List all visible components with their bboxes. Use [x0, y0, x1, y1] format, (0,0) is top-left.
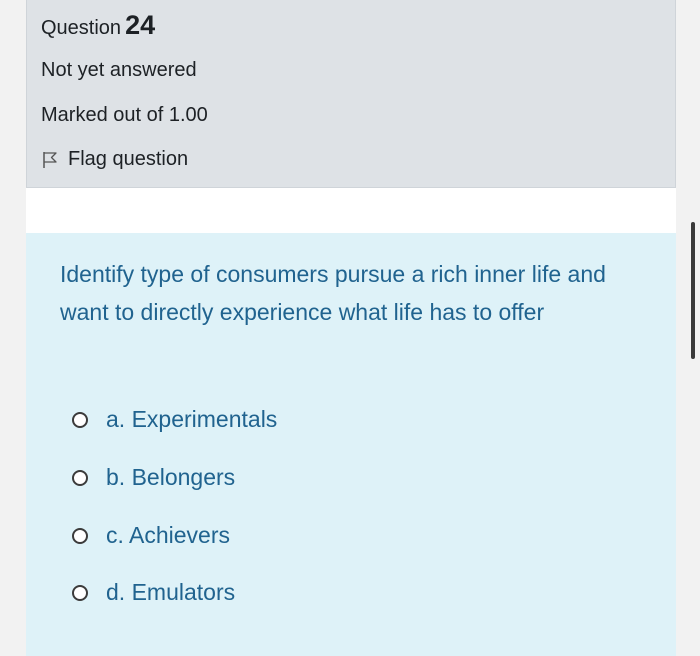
answer-option-c[interactable]: c. Achievers: [72, 522, 230, 549]
answer-option-b[interactable]: b. Belongers: [72, 464, 235, 491]
question-text: Identify type of consumers pursue a rich…: [60, 261, 606, 325]
question-grade: Marked out of 1.00: [41, 104, 208, 126]
radio-button-d[interactable]: [72, 584, 88, 601]
question-state: Not yet answered: [41, 59, 197, 81]
question-info: Question 24 Not yet answered Marked out o…: [26, 0, 676, 188]
question-label: Question: [41, 17, 122, 39]
question-title: Question 24: [41, 10, 155, 41]
answer-label-a: a. Experimentals: [106, 406, 278, 432]
answer-label-c: c. Achievers: [106, 522, 230, 548]
radio-button-b[interactable]: [72, 469, 88, 486]
answer-option-a[interactable]: a. Experimentals: [72, 406, 277, 433]
scrollbar[interactable]: [691, 222, 695, 359]
flag-question-label: Flag question: [68, 148, 189, 170]
flag-question-button[interactable]: Flag question: [41, 148, 188, 171]
answer-label-d: d. Emulators: [106, 579, 236, 605]
radio-button-a[interactable]: [72, 411, 88, 428]
radio-button-c[interactable]: [72, 527, 88, 544]
question-content: Identify type of consumers pursue a rich…: [26, 233, 676, 656]
flag-icon: [41, 151, 59, 169]
answer-option-d[interactable]: d. Emulators: [72, 579, 235, 606]
answer-label-b: b. Belongers: [106, 464, 236, 490]
question-number: 24: [125, 10, 156, 40]
